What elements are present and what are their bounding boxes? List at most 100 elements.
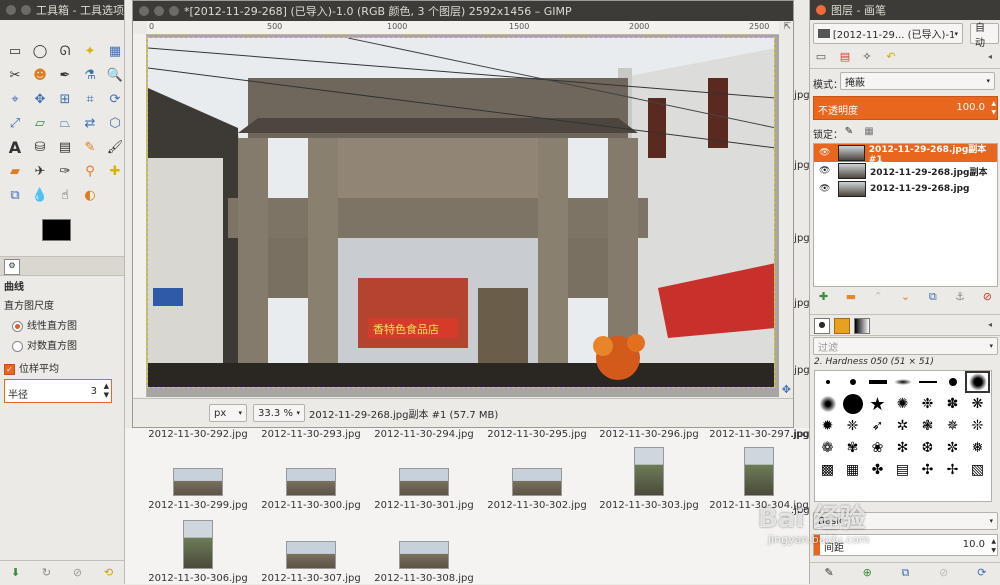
- clone-tool-icon[interactable]: ⚲: [78, 160, 102, 183]
- ellipse-select-tool-icon[interactable]: ◯: [28, 40, 52, 63]
- layer-row[interactable]: 👁 2012-11-29-268.jpg: [814, 180, 997, 198]
- tab-paths-icon[interactable]: ✧: [860, 50, 874, 64]
- file-item[interactable]: 2012-11-30-293.jpg: [256, 429, 366, 440]
- brush-item[interactable]: ❅: [965, 437, 990, 459]
- auto-button[interactable]: 自动: [970, 23, 999, 49]
- brush-item[interactable]: ❀: [865, 437, 890, 459]
- brush-item[interactable]: ✽: [940, 393, 965, 415]
- brush-item[interactable]: ▧: [965, 459, 990, 481]
- free-select-tool-icon[interactable]: ᘏ: [53, 40, 77, 63]
- brush-item[interactable]: [815, 371, 840, 393]
- toolbox-titlebar[interactable]: 工具箱 - 工具选项: [0, 0, 124, 20]
- brush-item[interactable]: ❉: [915, 393, 940, 415]
- tab-channels-icon[interactable]: ▤: [838, 50, 852, 64]
- maximize-icon[interactable]: [169, 6, 179, 16]
- brush-item[interactable]: [840, 393, 865, 415]
- brush-item[interactable]: ▩: [815, 459, 840, 481]
- sample-average-checkbox[interactable]: ✓ 位样平均: [4, 360, 122, 375]
- blend-tool-icon[interactable]: ▤: [53, 136, 77, 159]
- perspective-tool-icon[interactable]: ⏢: [53, 112, 77, 135]
- brush-item[interactable]: ✲: [890, 415, 915, 437]
- star-brush-icon[interactable]: ★: [865, 393, 890, 415]
- scissors-tool-icon[interactable]: ✂: [3, 64, 27, 87]
- restore-options-icon[interactable]: ↻: [40, 566, 54, 580]
- delete-brush-icon[interactable]: ⊘: [937, 566, 951, 580]
- photo-paifang[interactable]: 香特色食品店: [147, 37, 775, 388]
- file-item[interactable]: 2012-11-30-307.jpg: [256, 541, 366, 584]
- brush-item[interactable]: ✹: [815, 415, 840, 437]
- spinner-arrows-icon[interactable]: ▲ ▼: [991, 537, 996, 555]
- lower-layer-icon[interactable]: ⌄: [898, 290, 912, 304]
- anchor-layer-icon[interactable]: ⚓: [953, 290, 967, 304]
- brush-grid[interactable]: ★ ✺ ❉ ✽ ❋ ✹ ❈ ➶ ✲ ❃ ✵ ❊ ❁ ✾ ❀ ✻ ❆ ✼ ❅ ▩ …: [814, 370, 992, 502]
- mode-select[interactable]: 掩蔽 ▾: [840, 72, 995, 90]
- brush-item[interactable]: ❊: [965, 415, 990, 437]
- brush-filter-input[interactable]: 过滤 ▾: [813, 337, 998, 355]
- vertical-ruler[interactable]: [133, 34, 147, 397]
- brush-item-selected[interactable]: [965, 371, 990, 393]
- pencil-tool-icon[interactable]: ✎: [78, 136, 102, 159]
- perspective-clone-tool-icon[interactable]: ⧉: [3, 184, 27, 207]
- brush-item[interactable]: ✻: [890, 437, 915, 459]
- layer-row[interactable]: 👁 2012-11-29-268.jpg副本: [814, 162, 997, 180]
- crop-tool-icon[interactable]: ⌗: [78, 88, 102, 111]
- file-item[interactable]: 2012-11-30-296.jpg: [594, 429, 704, 440]
- brush-item[interactable]: [940, 371, 965, 393]
- file-item[interactable]: 2012-11-30-302.jpg: [482, 468, 592, 511]
- lock-pixels-icon[interactable]: ✎: [842, 125, 856, 139]
- brush-item[interactable]: ✢: [940, 459, 965, 481]
- save-options-icon[interactable]: ⬇: [9, 566, 23, 580]
- eye-icon[interactable]: 👁: [819, 148, 830, 158]
- foreground-color-swatch[interactable]: [42, 219, 71, 241]
- duplicate-layer-icon[interactable]: ⧉: [926, 290, 940, 304]
- brush-item[interactable]: ▤: [890, 459, 915, 481]
- new-brush-icon[interactable]: ⊕: [860, 566, 874, 580]
- delete-layer-icon[interactable]: ⊘: [980, 290, 994, 304]
- foreground-select-tool-icon[interactable]: ☻: [28, 64, 52, 87]
- raise-layer-icon[interactable]: ⌃: [871, 290, 885, 304]
- blur-tool-icon[interactable]: 💧: [28, 184, 52, 207]
- linear-histogram-radio[interactable]: 线性直方图: [12, 317, 122, 332]
- eye-icon[interactable]: 👁: [819, 166, 830, 176]
- minimize-icon[interactable]: [21, 5, 31, 15]
- navigate-icon[interactable]: ✥: [782, 383, 791, 396]
- file-item[interactable]: 2012-11-30-301.jpg: [369, 468, 479, 511]
- brush-item[interactable]: [865, 371, 890, 393]
- tool-options-tab-icon[interactable]: ⚙: [4, 259, 20, 275]
- color-picker-tool-icon[interactable]: ⚗: [78, 64, 102, 87]
- brush-item[interactable]: ❁: [815, 437, 840, 459]
- opacity-slider[interactable]: 不透明度 100.0 ▲ ▼: [813, 96, 998, 120]
- brush-item[interactable]: ❆: [915, 437, 940, 459]
- file-item[interactable]: 2012-11-30-294.jpg: [369, 429, 479, 440]
- unit-select[interactable]: px ▾: [209, 404, 247, 422]
- file-item[interactable]: 2012-11-30-292.jpg: [143, 429, 253, 440]
- rotate-tool-icon[interactable]: ⟳: [103, 88, 127, 111]
- image-titlebar[interactable]: *[2012-11-29-268] (已导入)-1.0 (RGB 颜色, 3 个…: [133, 1, 793, 21]
- tab-menu-icon[interactable]: ◂: [983, 50, 997, 64]
- image-canvas[interactable]: 香特色食品店: [147, 35, 779, 397]
- brush-item[interactable]: [815, 393, 840, 415]
- brush-item[interactable]: ✾: [840, 437, 865, 459]
- file-item[interactable]: 2012-11-30-308.jpg: [369, 541, 479, 584]
- ink-tool-icon[interactable]: ✑: [53, 160, 77, 183]
- brush-item[interactable]: ✵: [940, 415, 965, 437]
- file-item[interactable]: 2012-11-30-299.jpg: [143, 468, 253, 511]
- brush-item[interactable]: ✣: [915, 459, 940, 481]
- flip-tool-icon[interactable]: ⇄: [78, 112, 102, 135]
- horizontal-ruler[interactable]: 0 500 1000 1500 2000 2500: [147, 21, 779, 35]
- heal-tool-icon[interactable]: ✚: [103, 160, 127, 183]
- zoom-tool-icon[interactable]: 🔍: [103, 64, 127, 87]
- file-item[interactable]: 2012-11-30-306.jpg: [143, 520, 253, 584]
- paths-tool-icon[interactable]: ✒: [53, 64, 77, 87]
- reset-options-icon[interactable]: ⟲: [102, 566, 116, 580]
- file-item[interactable]: 2012-11-30-295.jpg: [482, 429, 592, 440]
- close-icon[interactable]: [816, 5, 826, 15]
- delete-options-icon[interactable]: ⊘: [71, 566, 85, 580]
- brush-item[interactable]: ➶: [865, 415, 890, 437]
- edit-brush-icon[interactable]: ✎: [822, 566, 836, 580]
- lock-alpha-icon[interactable]: ▦: [862, 125, 876, 139]
- brush-item[interactable]: ❃: [915, 415, 940, 437]
- rect-select-tool-icon[interactable]: ▭: [3, 40, 27, 63]
- tab-undo-icon[interactable]: ↶: [884, 50, 898, 64]
- duplicate-brush-icon[interactable]: ⧉: [898, 566, 912, 580]
